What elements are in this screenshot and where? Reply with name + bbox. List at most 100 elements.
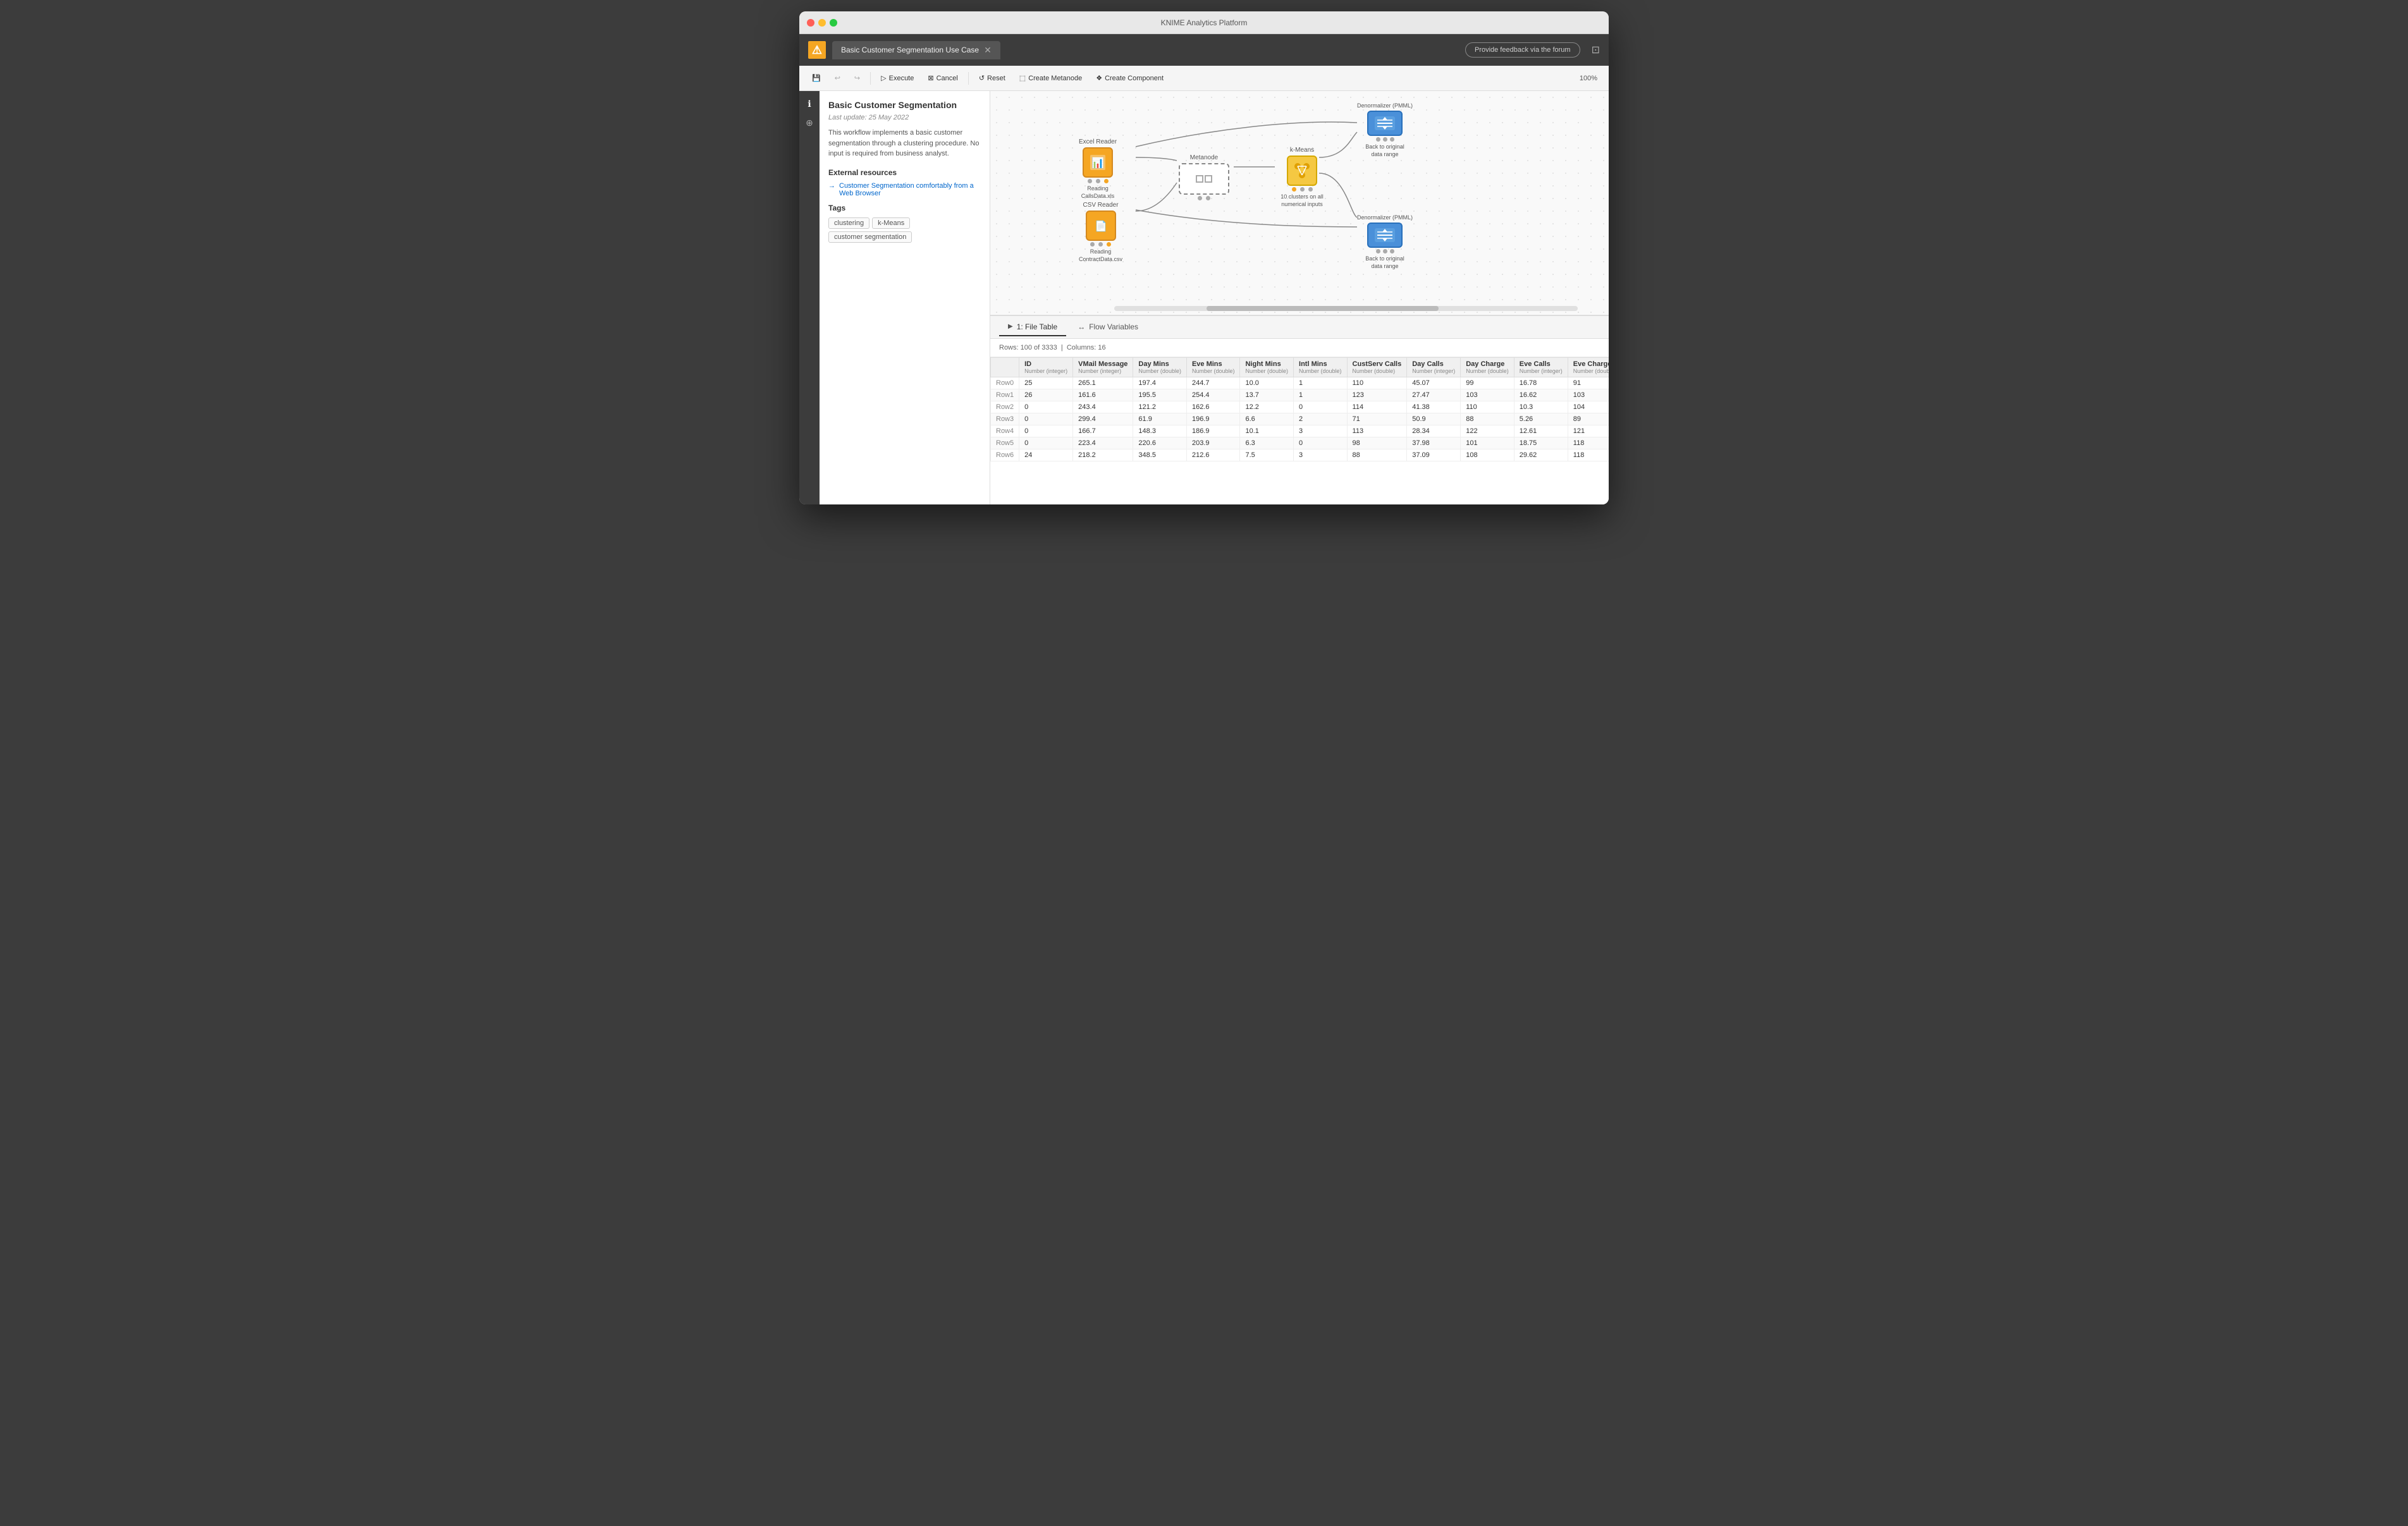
metanode-port-out xyxy=(1205,175,1212,183)
tab-flow-variables[interactable]: ↔ Flow Variables xyxy=(1069,319,1147,336)
table-cell: 121.2 xyxy=(1133,401,1187,413)
execute-button[interactable]: ▷ Execute xyxy=(875,71,920,85)
port-m2 xyxy=(1206,196,1210,200)
svg-text:📊: 📊 xyxy=(1091,157,1104,169)
metanode-box[interactable] xyxy=(1179,163,1229,195)
create-component-button[interactable]: ❖ Create Component xyxy=(1090,71,1170,85)
expand-icon[interactable]: ⊡ xyxy=(1592,44,1600,56)
window-title: KNIME Analytics Platform xyxy=(1161,18,1248,27)
metanode-title: Metanode xyxy=(1190,154,1218,161)
external-link[interactable]: → Customer Segmentation comfortably from… xyxy=(828,182,981,197)
table-cell: 61.9 xyxy=(1133,413,1187,425)
table-info: Rows: 100 of 3333 | Columns: 16 xyxy=(990,339,1609,357)
cancel-icon: ⊠ xyxy=(928,74,933,82)
kmeans-title: k-Means xyxy=(1290,147,1314,154)
col-header: Night MinsNumber (double) xyxy=(1240,358,1294,377)
table-cell: 13.7 xyxy=(1240,389,1294,401)
metanode-icon: ⬚ xyxy=(1019,74,1026,82)
col-rowid xyxy=(991,358,1019,377)
table-cell: 41.38 xyxy=(1407,401,1461,413)
table-cell: 122 xyxy=(1461,425,1514,437)
tag-customer-segmentation[interactable]: customer segmentation xyxy=(828,231,912,243)
info-icon[interactable]: ℹ xyxy=(802,96,817,111)
create-metanode-button[interactable]: ⬚ Create Metanode xyxy=(1013,71,1088,85)
row-id-cell: Row0 xyxy=(991,377,1019,389)
table-cell: 45.07 xyxy=(1407,377,1461,389)
component-icon: ❖ xyxy=(1096,74,1102,82)
col-header: Day CallsNumber (integer) xyxy=(1407,358,1461,377)
node-denorm-top[interactable]: Denormalizer (PMML) xyxy=(1357,102,1413,158)
undo-button[interactable]: ↩ xyxy=(828,71,847,85)
table-cell: 37.98 xyxy=(1407,437,1461,449)
col-header: CustServ CallsNumber (double) xyxy=(1347,358,1407,377)
table-cell: 18.75 xyxy=(1514,437,1568,449)
table-cell: 212.6 xyxy=(1186,449,1240,461)
cancel-button[interactable]: ⊠ Cancel xyxy=(921,71,964,85)
table-cell: 218.2 xyxy=(1073,449,1133,461)
data-table: IDNumber (integer)VMail MessageNumber (i… xyxy=(990,357,1609,461)
tab-close-icon[interactable]: ✕ xyxy=(984,45,992,56)
add-icon[interactable]: ⊕ xyxy=(802,115,817,130)
title-bar: KNIME Analytics Platform xyxy=(799,11,1609,34)
tag-clustering[interactable]: clustering xyxy=(828,217,869,229)
table-row: Row30299.461.9196.96.627150.9885.26898.8… xyxy=(991,413,1609,425)
denorm-top-title: Denormalizer (PMML) xyxy=(1357,102,1413,109)
minimize-button[interactable] xyxy=(818,19,826,27)
node-metanode[interactable]: Metanode xyxy=(1179,154,1229,200)
port-k1 xyxy=(1292,187,1296,192)
node-denorm-bottom[interactable]: Denormalizer (PMML) xyxy=(1357,214,1413,270)
svg-text:📄: 📄 xyxy=(1095,220,1107,232)
table-cell: 161.6 xyxy=(1073,389,1133,401)
workflow-canvas[interactable]: Excel Reader 📊 ReadingCallsData.xls xyxy=(990,91,1609,315)
table-cell: 10.3 xyxy=(1514,401,1568,413)
table-cell: 196.9 xyxy=(1186,413,1240,425)
csv-icon: 📄 xyxy=(1092,217,1110,235)
tab-file-table[interactable]: ▶ 1: File Table xyxy=(999,319,1066,336)
table-cell: 108 xyxy=(1461,449,1514,461)
excel-reader-box[interactable]: 📊 xyxy=(1083,147,1113,178)
table-container[interactable]: IDNumber (integer)VMail MessageNumber (i… xyxy=(990,357,1609,504)
table-cell: 16.78 xyxy=(1514,377,1568,389)
port-gray xyxy=(1088,179,1092,183)
table-cell: 6.6 xyxy=(1240,413,1294,425)
port-k3 xyxy=(1308,187,1313,192)
node-csv-reader[interactable]: CSV Reader 📄 ReadingContractData.csv xyxy=(1079,202,1122,263)
maximize-button[interactable] xyxy=(830,19,837,27)
table-cell: 12.61 xyxy=(1514,425,1568,437)
table-cell: 265.1 xyxy=(1073,377,1133,389)
table-cell: 104 xyxy=(1568,401,1609,413)
csv-reader-title: CSV Reader xyxy=(1083,202,1118,209)
port-db3 xyxy=(1390,249,1394,253)
tag-kmeans[interactable]: k-Means xyxy=(872,217,910,229)
port-gray4 xyxy=(1098,242,1103,247)
reset-button[interactable]: ↺ Reset xyxy=(973,71,1012,85)
table-body: Row025265.1197.4244.710.0111045.079916.7… xyxy=(991,377,1609,461)
canvas-scrollbar-h[interactable] xyxy=(1114,306,1578,311)
table-cell: 243.4 xyxy=(1073,401,1133,413)
csv-reader-box[interactable]: 📄 xyxy=(1086,211,1116,241)
table-cell: 1 xyxy=(1294,389,1348,401)
close-button[interactable] xyxy=(807,19,814,27)
port-k2 xyxy=(1300,187,1305,192)
denorm-bottom-box[interactable] xyxy=(1367,223,1403,248)
flow-vars-icon: ↔ xyxy=(1078,322,1085,331)
denorm-bottom-label: Back to originaldata range xyxy=(1365,255,1404,270)
denorm-top-ports xyxy=(1376,137,1394,142)
app-window: KNIME Analytics Platform ⚠ Basic Custome… xyxy=(799,11,1609,504)
table-cell: 3 xyxy=(1294,425,1348,437)
table-cell: 0 xyxy=(1294,437,1348,449)
feedback-button[interactable]: Provide feedback via the forum xyxy=(1465,42,1580,58)
denorm-top-box[interactable] xyxy=(1367,111,1403,136)
workflow-tab[interactable]: Basic Customer Segmentation Use Case ✕ xyxy=(832,41,1000,59)
node-kmeans[interactable]: k-Means xyxy=(1277,147,1327,208)
toolbar: 💾 ↩ ↪ ▷ Execute ⊠ Cancel ↺ Reset ⬚ Creat… xyxy=(799,66,1609,91)
node-excel-reader[interactable]: Excel Reader 📊 ReadingCallsData.xls xyxy=(1079,138,1117,200)
table-cell: 7.5 xyxy=(1240,449,1294,461)
kmeans-box[interactable] xyxy=(1287,156,1317,186)
save-button[interactable]: 💾 xyxy=(806,71,827,85)
col-header: Day MinsNumber (double) xyxy=(1133,358,1187,377)
row-id-cell: Row1 xyxy=(991,389,1019,401)
port-db2 xyxy=(1383,249,1387,253)
redo-button[interactable]: ↪ xyxy=(848,71,866,85)
row-id-cell: Row4 xyxy=(991,425,1019,437)
